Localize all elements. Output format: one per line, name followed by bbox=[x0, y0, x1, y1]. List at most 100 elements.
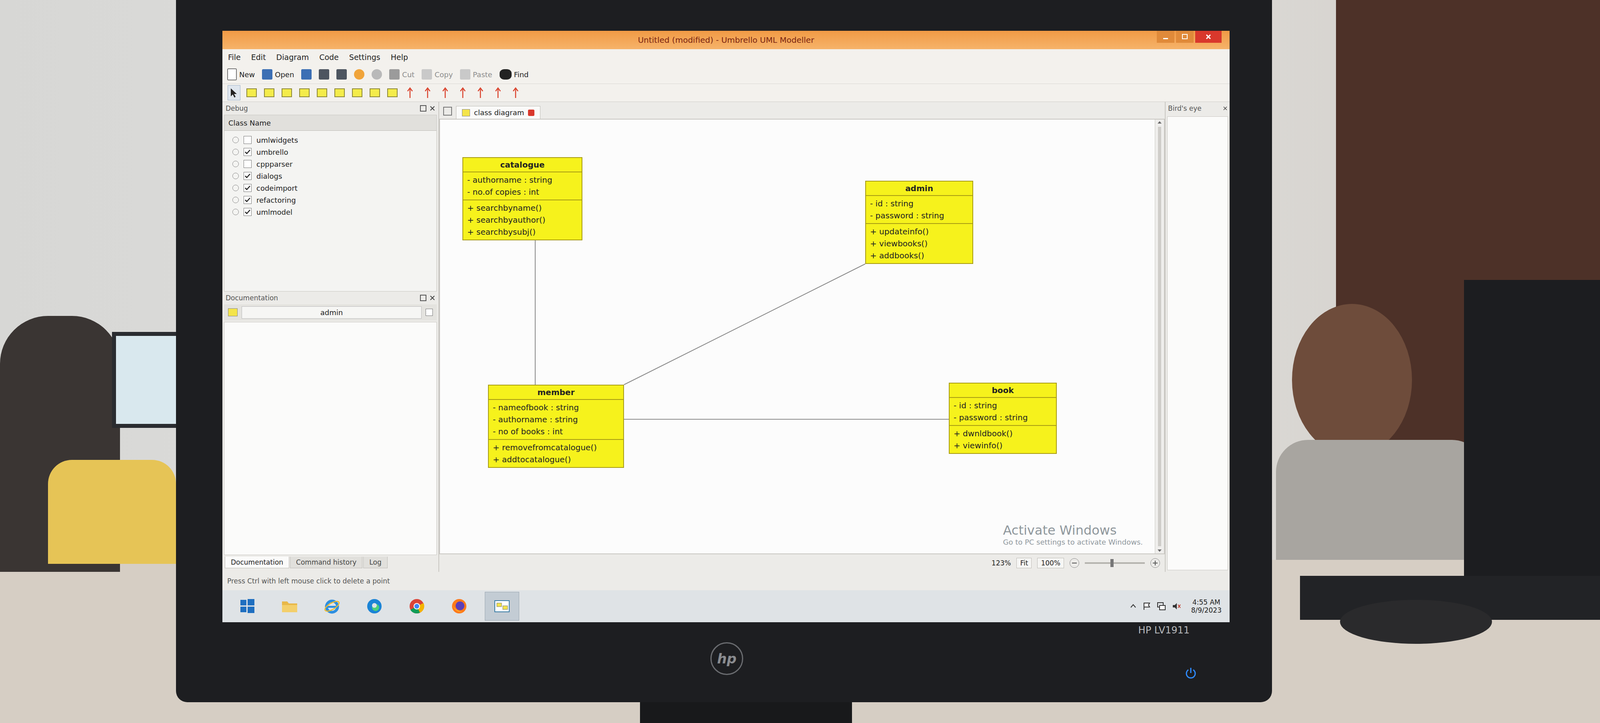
expand-icon[interactable] bbox=[232, 172, 239, 180]
taskbar-button[interactable] bbox=[400, 592, 434, 621]
class-box[interactable]: catalogue - authorname : string- no.of c… bbox=[462, 157, 583, 241]
palette-tool[interactable] bbox=[456, 85, 469, 100]
palette-tool[interactable] bbox=[280, 85, 293, 100]
tree-item[interactable]: dialogs bbox=[232, 170, 437, 182]
taskbar-button[interactable] bbox=[230, 592, 264, 621]
palette-tool[interactable] bbox=[351, 85, 364, 100]
menu-item[interactable]: Settings bbox=[349, 52, 381, 62]
close-icon[interactable] bbox=[429, 105, 436, 112]
documentation-name-field[interactable]: admin bbox=[241, 306, 422, 319]
diagram-tab[interactable]: class diagram bbox=[456, 106, 541, 119]
taskbar-button[interactable] bbox=[442, 592, 476, 621]
scrollbar-thumb[interactable] bbox=[1158, 126, 1162, 547]
palette-tool[interactable] bbox=[509, 85, 522, 100]
toolbar-button[interactable] bbox=[354, 69, 365, 80]
taskbar-button[interactable] bbox=[315, 592, 349, 621]
maximize-button[interactable] bbox=[1176, 30, 1194, 43]
float-icon[interactable] bbox=[420, 105, 427, 112]
close-icon[interactable] bbox=[429, 295, 436, 301]
menu-item[interactable]: Diagram bbox=[276, 52, 310, 62]
expand-icon[interactable] bbox=[232, 148, 239, 156]
zoom-slider[interactable] bbox=[1084, 562, 1145, 564]
palette-tool[interactable] bbox=[492, 85, 504, 100]
palette-tool[interactable] bbox=[316, 85, 328, 100]
palette-tool[interactable] bbox=[333, 85, 346, 100]
palette-tool[interactable] bbox=[386, 85, 399, 100]
association-line[interactable] bbox=[624, 264, 866, 385]
dock-tab[interactable]: Log bbox=[363, 556, 388, 569]
checkbox[interactable] bbox=[243, 148, 252, 156]
toolbar-button[interactable]: Copy bbox=[421, 69, 453, 80]
palette-tool[interactable] bbox=[474, 85, 487, 100]
expand-icon[interactable] bbox=[232, 208, 239, 216]
palette-tool[interactable] bbox=[228, 85, 240, 100]
checkbox[interactable] bbox=[243, 208, 252, 216]
menu-item[interactable]: Help bbox=[390, 52, 408, 62]
diagram-canvas[interactable]: catalogue - authorname : string- no.of c… bbox=[440, 119, 1155, 554]
palette-tool[interactable] bbox=[245, 85, 258, 100]
vertical-scrollbar[interactable] bbox=[1154, 119, 1164, 554]
close-icon[interactable] bbox=[1223, 106, 1228, 111]
toolbar-button[interactable]: Cut bbox=[389, 69, 415, 80]
tree-item[interactable]: codeimport bbox=[232, 182, 437, 194]
palette-tool[interactable] bbox=[421, 85, 434, 100]
zoom-reset-button[interactable]: 100% bbox=[1037, 558, 1064, 569]
association-line[interactable] bbox=[624, 419, 949, 420]
tree-item[interactable]: umlmodel bbox=[232, 206, 437, 218]
zoom-out-icon[interactable] bbox=[1069, 558, 1080, 568]
toolbar-button[interactable]: Open bbox=[262, 69, 294, 80]
palette-tool[interactable] bbox=[263, 85, 276, 100]
tray-button[interactable] bbox=[1156, 602, 1167, 611]
minimize-button[interactable] bbox=[1156, 30, 1175, 43]
palette-tool[interactable] bbox=[404, 85, 416, 100]
scroll-down-icon[interactable] bbox=[1156, 548, 1163, 554]
float-icon[interactable] bbox=[420, 294, 427, 302]
documentation-text[interactable] bbox=[224, 322, 437, 556]
taskbar-button[interactable] bbox=[484, 592, 520, 621]
tray-button[interactable] bbox=[1142, 602, 1152, 611]
class-box[interactable]: admin - id : string- password : string +… bbox=[865, 180, 974, 264]
close-button[interactable] bbox=[1195, 30, 1222, 43]
tree-item[interactable]: umbrello bbox=[232, 146, 437, 158]
column-header[interactable]: Class Name bbox=[224, 115, 437, 131]
expand-icon[interactable] bbox=[232, 196, 239, 204]
new-diagram-icon[interactable] bbox=[443, 106, 452, 116]
toolbar-button[interactable]: Paste bbox=[460, 69, 493, 80]
class-box[interactable]: book - id : string- password : string + … bbox=[948, 382, 1057, 454]
checkbox[interactable] bbox=[425, 308, 433, 316]
palette-tool[interactable] bbox=[439, 85, 452, 100]
checkbox[interactable] bbox=[243, 196, 252, 204]
zoom-fit-button[interactable]: Fit bbox=[1016, 558, 1032, 569]
close-tab-icon[interactable] bbox=[528, 109, 535, 116]
dock-tab[interactable]: Documentation bbox=[224, 556, 290, 569]
scroll-up-icon[interactable] bbox=[1156, 119, 1163, 126]
taskbar-button[interactable] bbox=[357, 592, 392, 621]
power-icon[interactable] bbox=[1184, 666, 1198, 680]
toolbar-button[interactable] bbox=[371, 69, 382, 80]
menu-item[interactable]: Edit bbox=[251, 52, 266, 62]
toolbar-button[interactable]: Find bbox=[499, 69, 529, 80]
checkbox[interactable] bbox=[243, 184, 252, 192]
taskbar-button[interactable] bbox=[272, 592, 307, 621]
association-line[interactable] bbox=[534, 240, 536, 385]
toolbar-button[interactable] bbox=[336, 69, 347, 80]
checkbox[interactable] bbox=[243, 172, 252, 180]
palette-tool[interactable] bbox=[368, 85, 381, 100]
clock[interactable]: 4:55 AM 8/9/2023 bbox=[1187, 598, 1222, 615]
tree-item[interactable]: cppparser bbox=[232, 158, 437, 170]
palette-tool[interactable] bbox=[298, 85, 311, 100]
expand-icon[interactable] bbox=[232, 136, 239, 144]
tray-button[interactable] bbox=[1172, 602, 1182, 611]
tree-item[interactable]: refactoring bbox=[232, 194, 437, 206]
expand-icon[interactable] bbox=[232, 184, 239, 192]
expand-icon[interactable] bbox=[232, 160, 239, 168]
menu-item[interactable]: File bbox=[228, 52, 241, 62]
birds-eye-view[interactable] bbox=[1167, 116, 1228, 571]
dock-tab[interactable]: Command history bbox=[290, 556, 363, 569]
menu-item[interactable]: Code bbox=[319, 52, 339, 62]
zoom-in-icon[interactable] bbox=[1150, 558, 1160, 568]
checkbox[interactable] bbox=[243, 136, 252, 144]
toolbar-button[interactable]: New bbox=[227, 68, 255, 81]
checkbox[interactable] bbox=[243, 160, 252, 168]
zoom-slider-thumb[interactable] bbox=[1110, 559, 1114, 568]
